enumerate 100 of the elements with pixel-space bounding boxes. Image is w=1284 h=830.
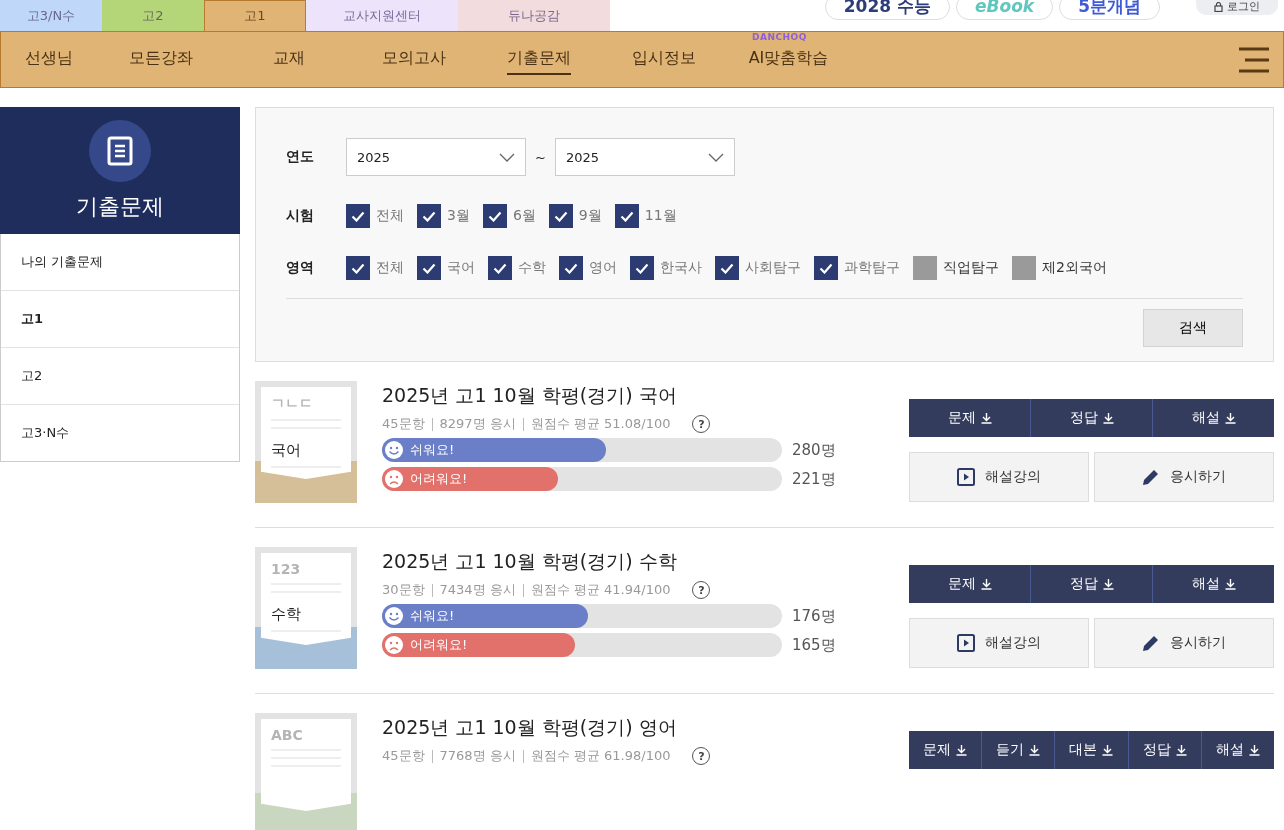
chevron-down-icon <box>499 152 515 162</box>
year-select[interactable]: 2025 <box>554 138 735 176</box>
vote-bar[interactable]: 쉬워요! <box>382 438 606 462</box>
download-icon <box>1224 578 1236 590</box>
checkbox[interactable] <box>482 204 507 228</box>
year-select[interactable]: 2025 <box>346 138 526 176</box>
nav-item[interactable]: 교재 <box>272 44 305 75</box>
action-button[interactable]: 해설강의 <box>909 618 1089 668</box>
exam-stat: 45문항 <box>382 415 425 433</box>
nav-item[interactable]: 기출문제 <box>506 44 571 75</box>
vote-count: 221명 <box>792 469 836 489</box>
checkbox[interactable] <box>559 256 583 280</box>
sidebar-item[interactable]: 고2 <box>1 347 239 404</box>
check-icon <box>619 210 634 222</box>
vote-count: 176명 <box>792 606 836 626</box>
download-icon <box>980 412 992 424</box>
sidebar-item[interactable]: 고3·N수 <box>1 404 239 461</box>
vote-count: 165명 <box>792 635 836 655</box>
sidebar-item[interactable]: 나의 기출문제 <box>1 234 239 290</box>
checkbox-label: 6월 <box>512 207 536 225</box>
checkbox[interactable] <box>715 256 739 280</box>
vote-count: 280명 <box>792 440 836 460</box>
sidebar-title: 기출문제 <box>76 192 164 221</box>
filter-label: 시험 <box>286 207 315 225</box>
check-icon <box>493 262 507 274</box>
checkbox-label: 전체 <box>376 207 404 225</box>
subject-label: 국어 <box>271 441 301 459</box>
checkbox[interactable] <box>814 256 838 280</box>
vote-label: 쉬워요! <box>410 441 455 459</box>
checkbox[interactable] <box>346 256 370 280</box>
nav-item[interactable]: AI맞춤학습 <box>748 44 829 75</box>
site-tab[interactable]: 고1 <box>204 0 306 31</box>
check-icon <box>487 210 502 222</box>
checkbox-label: 전체 <box>376 259 404 277</box>
checkbox[interactable] <box>346 204 370 228</box>
checkbox-label: 직업탐구 <box>943 259 999 277</box>
nav-item[interactable]: 선생님 <box>24 44 73 75</box>
check-icon <box>819 262 833 274</box>
site-tab[interactable]: 고2 <box>102 0 204 31</box>
filter-label: 영역 <box>286 259 315 277</box>
exam-stat: 8297명 응시 <box>439 415 516 433</box>
thumbnail-mark: ABC <box>271 727 303 743</box>
nav-item[interactable]: 입시정보 <box>631 44 696 75</box>
action-button[interactable]: 해설강의 <box>909 452 1089 502</box>
download-icon <box>1102 578 1114 590</box>
thumbnail-mark: 123 <box>271 561 301 577</box>
vote-label: 어려워요! <box>410 636 468 654</box>
vote-label: 어려워요! <box>410 470 468 488</box>
play-icon <box>957 634 975 652</box>
site-tab[interactable]: 고3/N수 <box>0 0 102 31</box>
checkbox-label: 3월 <box>447 207 470 225</box>
checkbox[interactable] <box>1012 256 1036 280</box>
site-tab[interactable]: 듀나공감 <box>458 0 610 31</box>
range-separator: ~ <box>535 149 546 165</box>
smile-icon <box>384 440 404 460</box>
exam-stat: 7434명 응시 <box>439 581 516 599</box>
exam-stat: 30문항 <box>382 581 425 599</box>
login-button[interactable]: 로그인 <box>1196 0 1278 15</box>
filter-label: 연도 <box>286 148 315 166</box>
search-button[interactable]: 검색 <box>1143 309 1243 347</box>
download-icon <box>1248 744 1260 756</box>
checkbox[interactable] <box>417 256 441 280</box>
pencil-icon <box>1142 468 1160 486</box>
menu-icon[interactable] <box>1237 46 1271 73</box>
action-button[interactable]: 응시하기 <box>1094 618 1274 668</box>
checkbox[interactable] <box>913 256 937 280</box>
sidebar-item[interactable]: 고1 <box>1 290 239 347</box>
exam-stat: 45문항 <box>382 747 425 765</box>
download-icon <box>1224 412 1236 424</box>
exam-stat: 원점수 평균 51.08/100 <box>530 415 671 433</box>
site-tab[interactable]: 교사지원센터 <box>306 0 458 31</box>
subject-label: 수학 <box>271 605 301 623</box>
nav-item[interactable]: 모든강좌 <box>129 44 193 75</box>
exam-title: 2025년 고1 10월 학평(경기) 영어 <box>382 715 678 740</box>
checkbox[interactable] <box>614 204 639 228</box>
checkbox[interactable] <box>488 256 512 280</box>
exam-stat: 7768명 응시 <box>439 747 516 765</box>
checkbox-label: 과학탐구 <box>844 259 900 277</box>
thumbnail-mark: ㄱㄴㄷ <box>271 395 313 411</box>
checkbox-label: 11월 <box>644 207 677 225</box>
checkbox-label: 국어 <box>447 259 475 277</box>
frown-icon <box>384 635 404 655</box>
exam-title: 2025년 고1 10월 학평(경기) 수학 <box>382 549 678 574</box>
checkbox[interactable] <box>630 256 654 280</box>
checkbox-label: 영어 <box>589 259 617 277</box>
checkbox-label: 사회탐구 <box>745 259 801 277</box>
nav-item[interactable]: 모의고사 <box>381 44 446 75</box>
checkbox[interactable] <box>548 204 573 228</box>
checkbox[interactable] <box>417 204 441 228</box>
action-button[interactable]: 응시하기 <box>1094 452 1274 502</box>
download-icon <box>1102 744 1114 756</box>
vote-bar[interactable]: 쉬워요! <box>382 604 588 628</box>
brand-label: DANCHOQ <box>752 32 807 42</box>
check-icon <box>351 262 365 274</box>
lock-icon <box>1214 1 1223 12</box>
check-icon <box>564 262 578 274</box>
check-icon <box>422 210 436 222</box>
checkbox-label: 제2외국어 <box>1042 259 1107 277</box>
pencil-icon <box>1142 634 1160 652</box>
check-icon <box>422 262 436 274</box>
